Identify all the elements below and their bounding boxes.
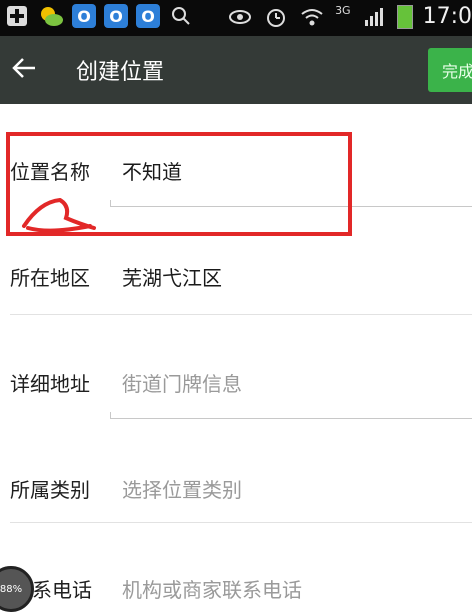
floating-badge-text: 88%: [0, 583, 23, 595]
address-underline: [110, 418, 472, 419]
underline-tick: [110, 412, 111, 418]
address-input[interactable]: 街道门牌信息: [122, 368, 242, 397]
done-button[interactable]: 完成: [428, 48, 472, 92]
address-label: 详细地址: [10, 372, 90, 396]
region-value[interactable]: 芜湖弋江区: [122, 262, 222, 291]
category-label: 所属类别: [10, 478, 90, 502]
search-icon: [168, 4, 194, 28]
plus-square-icon: [4, 4, 30, 28]
network-type: 3G: [335, 4, 351, 17]
page-title: 创建位置: [76, 60, 165, 85]
app-icon: O: [136, 4, 160, 28]
floating-assist-badge[interactable]: 88%: [0, 566, 34, 612]
clock: 17:0: [422, 4, 472, 29]
app-icon: O: [104, 4, 128, 28]
phone-label: 系电话: [32, 578, 92, 602]
battery-icon: [396, 4, 413, 29]
back-arrow-icon[interactable]: [8, 52, 40, 84]
category-select[interactable]: 选择位置类别: [122, 474, 242, 503]
status-bar: O O O 3G 17:0: [0, 0, 472, 36]
alarm-icon: [263, 5, 289, 29]
wifi-icon: [299, 5, 325, 29]
annotation-scribble: [22, 197, 96, 233]
region-label: 所在地区: [10, 266, 90, 290]
signal-icon: [361, 5, 387, 29]
weather-icon: [38, 4, 64, 28]
eye-icon: [227, 5, 253, 29]
app-icon: O: [72, 4, 96, 28]
phone-input[interactable]: 机构或商家联系电话: [122, 574, 302, 603]
divider: [10, 314, 472, 315]
app-toolbar: 创建位置 完成: [0, 36, 472, 104]
divider: [10, 522, 472, 523]
